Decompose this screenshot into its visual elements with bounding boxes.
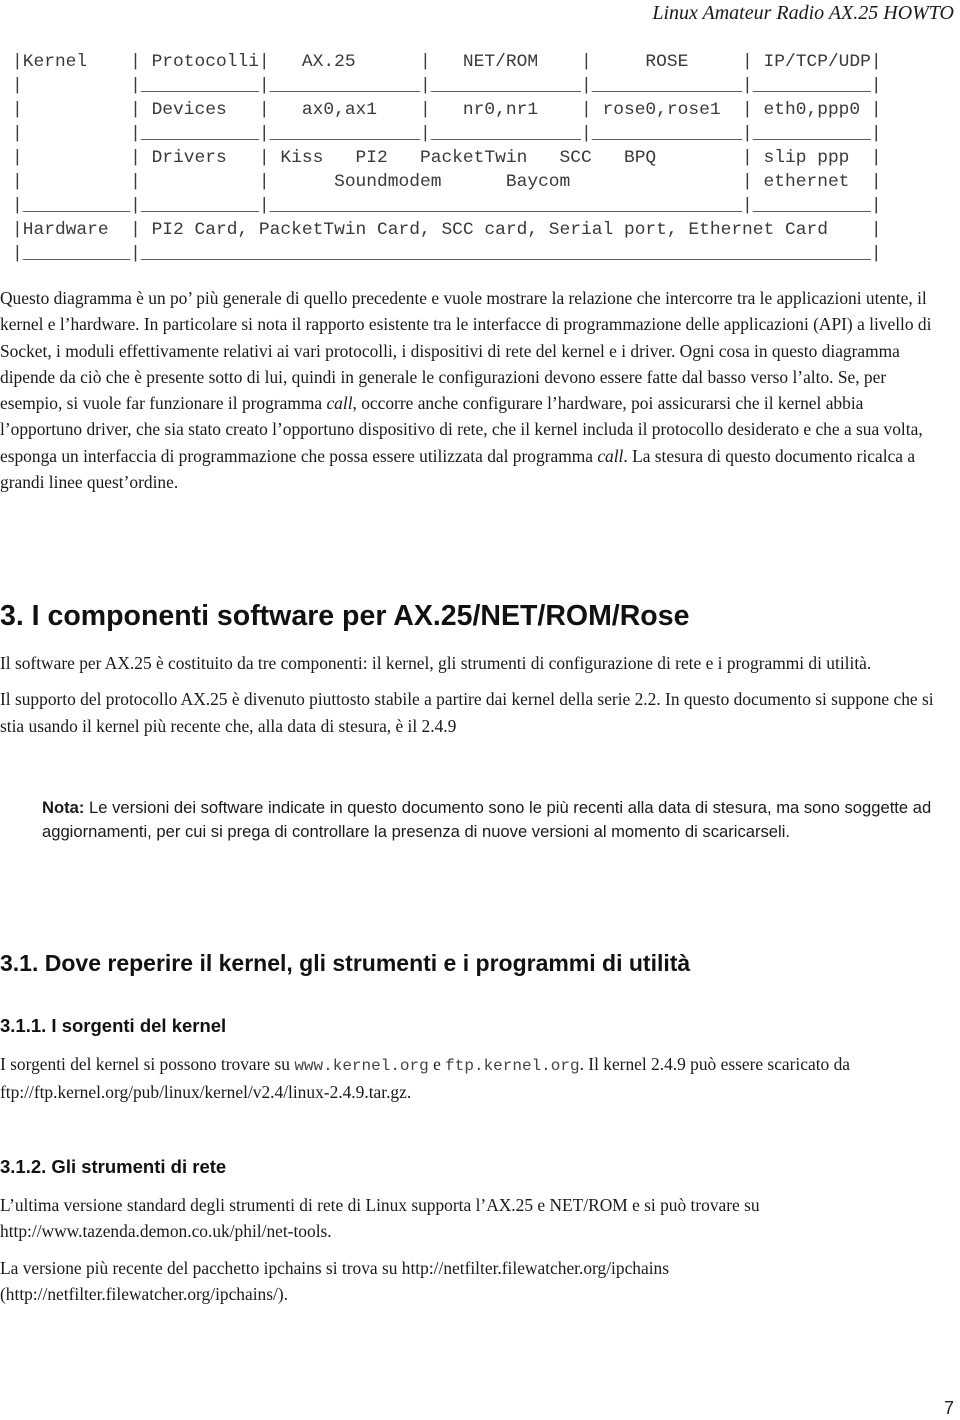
intro-paragraph: Questo diagramma è un po’ più generale d… (0, 285, 940, 495)
note-text: Le versioni dei software indicate in que… (42, 798, 932, 841)
running-header: Linux Amateur Radio AX.25 HOWTO (652, 2, 954, 24)
section-3-paragraph-2: Il supporto del protocollo AX.25 è diven… (0, 689, 934, 736)
diagram-line: |__________|____________________________… (12, 244, 882, 264)
kernel-sources-paragraph: I sorgenti del kernel si possono trovare… (0, 1051, 940, 1106)
kernel-org-link[interactable]: www.kernel.org (294, 1057, 428, 1075)
diagram-line: | | Devices | ax0,ax1 | nr0,nr1 | rose0,… (12, 100, 882, 120)
diagram-line: | |___________|______________|__________… (12, 76, 882, 96)
section-3-paragraph-1: Il software per AX.25 è costituito da tr… (0, 653, 872, 673)
section-3-1-heading: 3.1. Dove reperire il kernel, gli strume… (0, 950, 691, 976)
program-name-call: call (597, 445, 624, 466)
diagram-line: | | | Soundmodem Baycom | ethernet | (12, 172, 882, 192)
note-box: Nota: Le versioni dei software indicate … (42, 796, 932, 844)
diagram-line: | | Drivers | Kiss PI2 PacketTwin SCC BP… (12, 148, 882, 168)
section-3-1-1-heading: 3.1.1. I sorgenti del kernel (0, 1015, 227, 1036)
diagram-line: |Kernel | Protocolli| AX.25 | NET/ROM | … (12, 52, 882, 72)
text-run: e (428, 1054, 446, 1074)
diagram-line: |Hardware | PI2 Card, PacketTwin Card, S… (12, 220, 882, 240)
diagram-line: | |___________|______________|__________… (12, 124, 882, 144)
net-tools-paragraph: L’ultima versione standard degli strumen… (0, 1195, 760, 1242)
diagram-line: |__________|___________|________________… (12, 196, 882, 216)
section-3-body: Il software per AX.25 è costituito da tr… (0, 650, 940, 739)
section-3-1-1-body: I sorgenti del kernel si possono trovare… (0, 1051, 940, 1106)
text-run: I sorgenti del kernel si possono trovare… (0, 1054, 295, 1074)
page-number: 7 (943, 1398, 954, 1418)
note-label: Nota: (42, 798, 85, 817)
section-3-1-2-body: L’ultima versione standard degli strumen… (0, 1192, 940, 1307)
section-3-heading: 3. I componenti software per AX.25/NET/R… (0, 600, 690, 632)
section-3-1-2-heading: 3.1.2. Gli strumenti di rete (0, 1156, 227, 1177)
ftp-kernel-org-link[interactable]: ftp.kernel.org (445, 1057, 579, 1075)
intro-section: Questo diagramma è un po’ più generale d… (0, 285, 940, 495)
ipchains-paragraph: La versione più recente del pacchetto ip… (0, 1257, 669, 1304)
program-name-call: call (326, 393, 353, 414)
kernel-layers-diagram: |Kernel | Protocolli| AX.25 | NET/ROM | … (12, 50, 882, 266)
